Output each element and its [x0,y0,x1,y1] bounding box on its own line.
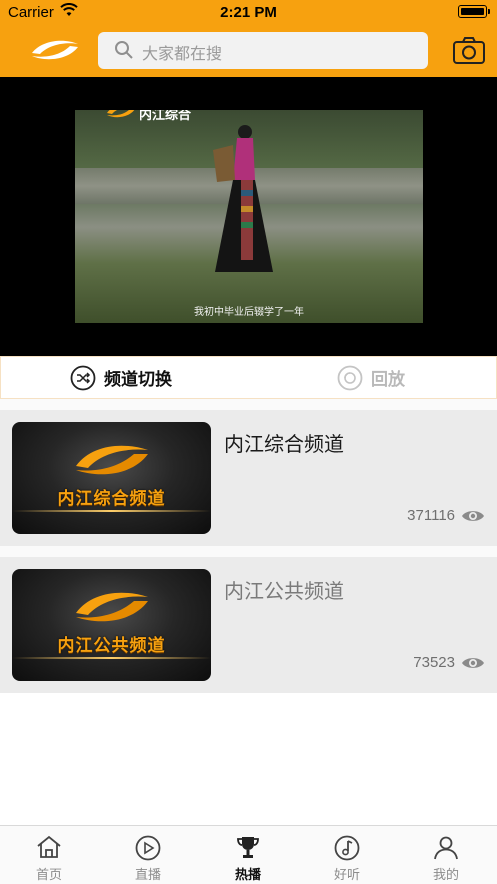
shuffle-icon [70,365,96,390]
channel-watermark-logo [107,110,135,118]
eye-icon [462,510,484,521]
channel-name: 内江综合频道 [224,432,344,456]
battery-icon [458,5,490,18]
tabbar-label: 好听 [333,868,360,883]
channel-name: 内江公共频道 [224,579,344,603]
tabbar-item-home[interactable]: 首页 [9,826,89,884]
tabbar-label: 我的 [432,868,459,883]
tabbar-label: 热播 [234,868,261,883]
app-header: Carrier 2:21 PM 大家都在搜 [0,0,497,77]
tabbar-item-live[interactable]: 直播 [108,826,188,884]
tabbar-label: 直播 [134,868,161,883]
replay-icon [337,365,363,390]
channel-thumbnail: 内江综合频道 [12,422,211,534]
clock: 2:21 PM [220,4,277,21]
play-icon [135,835,161,861]
thumbnail-text: 内江综合频道 [57,489,166,509]
view-count: 371116 [407,507,485,524]
tabbar-item-listen[interactable]: 好听 [307,826,387,884]
bottom-tab-bar: 首页 直播 热播 好听 我的 [0,825,497,884]
app-logo[interactable] [28,36,82,64]
tabbar-label: 首页 [35,868,62,883]
trophy-icon [237,837,259,858]
camera-icon[interactable] [452,36,486,66]
channel-watermark: 内江综合 [139,110,192,123]
music-icon [334,835,360,861]
eye-icon [462,657,484,668]
video-subtitle: 我初中毕业后辍学了一年 [194,307,304,318]
view-count: 73523 [413,654,485,671]
home-icon [37,835,61,858]
search-bar[interactable]: 大家都在搜 [98,32,428,69]
tab-channel-switch-label: 频道切换 [104,370,172,390]
search-icon [115,41,133,59]
tabbar-item-hot[interactable]: 热播 [208,826,288,884]
tab-replay-label: 回放 [371,370,405,390]
channel-logo [76,592,148,622]
tab-channel-switch[interactable]: 频道切换 [70,357,172,398]
user-icon [434,836,458,860]
tabbar-item-profile[interactable]: 我的 [406,826,486,884]
view-count-value: 73523 [413,654,455,671]
status-bar: Carrier 2:21 PM [0,0,497,26]
woman-walking-figure [213,125,273,272]
search-placeholder: 大家都在搜 [142,44,223,63]
channel-card[interactable]: 内江公共频道 内江公共频道 73523 [0,557,497,693]
channel-tabs: 频道切换 回放 [0,356,497,399]
thumbnail-text: 内江公共频道 [57,636,166,656]
channel-thumbnail: 内江公共频道 [12,569,211,681]
view-count-value: 371116 [407,507,455,524]
channel-logo [76,445,148,475]
video-frame: 内江综合 我初中毕业后辍学了一年 [75,110,423,323]
video-player[interactable]: 内江综合 我初中毕业后辍学了一年 [0,77,497,356]
tab-replay[interactable]: 回放 [337,357,405,398]
channel-card[interactable]: 内江综合频道 内江综合频道 371116 [0,410,497,546]
